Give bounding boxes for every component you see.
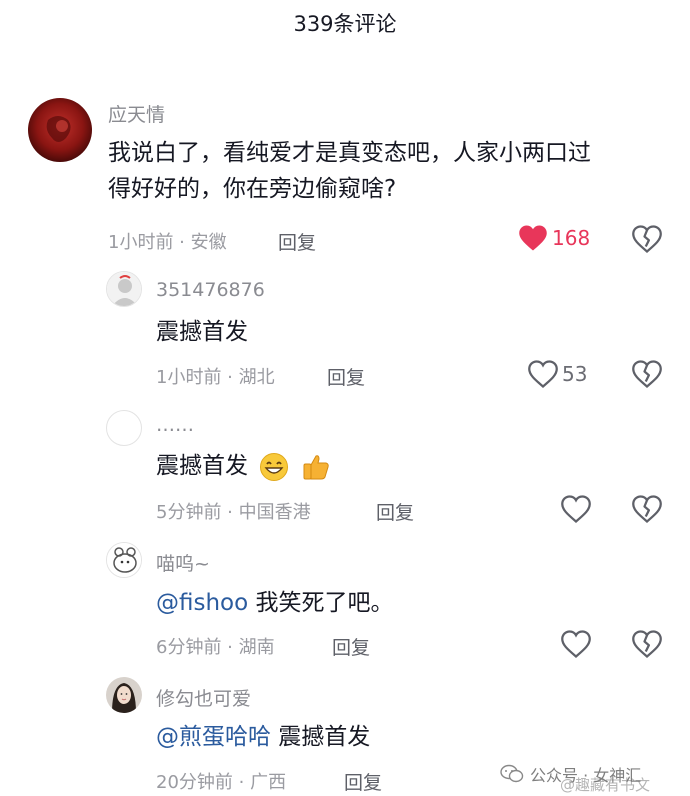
reply-button[interactable]: 回复	[332, 633, 370, 660]
username[interactable]: ……	[156, 414, 194, 436]
heart-filled-icon	[519, 225, 547, 251]
comment-text: 震撼首发	[156, 448, 331, 484]
heart-outline-icon	[561, 630, 591, 658]
dislike-button[interactable]	[632, 360, 662, 392]
dislike-button[interactable]	[632, 225, 662, 257]
avatar[interactable]	[106, 410, 142, 446]
like-button[interactable]: 53	[528, 360, 587, 388]
grin-emoji-icon	[260, 452, 289, 481]
username[interactable]: 351476876	[156, 279, 265, 301]
reply-button[interactable]: 回复	[278, 228, 316, 255]
like-button[interactable]	[561, 630, 591, 658]
like-button[interactable]	[561, 495, 591, 523]
mention-link[interactable]: @煎蛋哈哈	[156, 724, 271, 750]
comments-header: 339条评论	[0, 0, 690, 46]
comment-meta: 5分钟前 · 中国香港	[156, 502, 311, 523]
comment-text-line: 得好好的，你在旁边偷窥啥?	[108, 176, 397, 202]
username[interactable]: 修勾也可爱	[156, 684, 251, 711]
comment-count-title: 339条评论	[293, 12, 397, 36]
reply-button[interactable]: 回复	[376, 498, 414, 525]
comment-text: 震撼首发	[156, 319, 248, 345]
comment-text: @fishoo 我笑死了吧。	[156, 585, 394, 621]
avatar[interactable]	[106, 271, 142, 307]
broken-heart-icon	[632, 225, 662, 253]
reply-button[interactable]: 回复	[327, 363, 365, 390]
username[interactable]: 应天情	[108, 100, 165, 127]
comment-meta: 1小时前 · 安徽	[108, 232, 227, 253]
heart-outline-icon	[561, 495, 591, 523]
avatar[interactable]	[28, 98, 92, 162]
like-count: 53	[562, 362, 588, 386]
comment-meta: 6分钟前 · 湖南	[156, 637, 275, 658]
like-count: 168	[552, 226, 591, 250]
comment-text: 我说白了，看纯爱才是真变态吧，人家小两口过 得好好的，你在旁边偷窥啥?	[108, 135, 678, 207]
avatar[interactable]	[106, 542, 142, 578]
comment-text-body: 我笑死了吧。	[248, 590, 394, 616]
broken-heart-icon	[632, 360, 662, 388]
dislike-button[interactable]	[632, 495, 662, 527]
heart-outline-icon	[528, 360, 558, 388]
comment-text-body: 震撼首发	[156, 453, 248, 479]
like-button[interactable]: 168	[518, 224, 590, 252]
comment-meta: 20分钟前 · 广西	[156, 772, 287, 793]
dislike-button[interactable]	[632, 630, 662, 662]
avatar[interactable]	[106, 677, 142, 713]
comment-text-line: 我说白了，看纯爱才是真变态吧，人家小两口过	[108, 140, 591, 166]
reply-button[interactable]: 回复	[344, 768, 382, 795]
watermark-overlay: @趣藏有书文	[560, 776, 651, 794]
broken-heart-icon	[632, 630, 662, 658]
comment-text: @煎蛋哈哈 震撼首发	[156, 719, 370, 755]
broken-heart-icon	[632, 495, 662, 523]
thumbs-up-icon	[303, 454, 329, 479]
wechat-icon	[500, 764, 524, 783]
mention-link[interactable]: @fishoo	[156, 590, 248, 616]
comment-meta: 1小时前 · 湖北	[156, 367, 275, 388]
username[interactable]: 喵呜~	[156, 549, 210, 576]
comment-text-body: 震撼首发	[271, 724, 371, 750]
